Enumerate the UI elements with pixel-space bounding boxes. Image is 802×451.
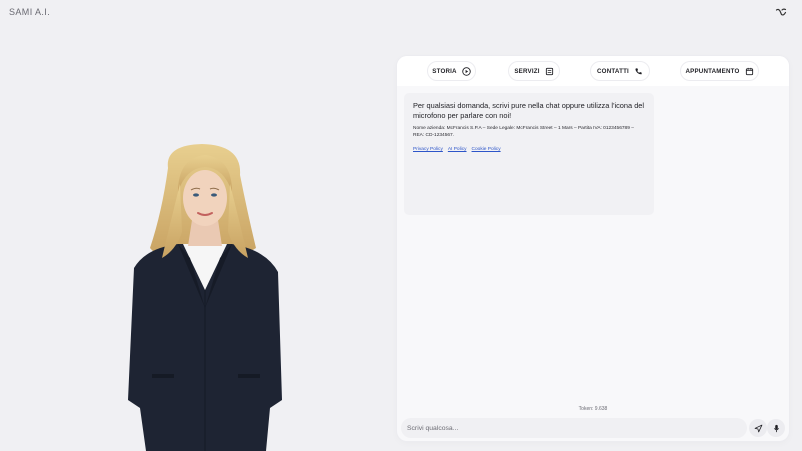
nav-storia-button[interactable]: STORIA: [427, 61, 476, 81]
chat-message-input[interactable]: [401, 418, 747, 438]
play-circle-icon: [462, 66, 471, 76]
chat-input-row: [401, 418, 785, 438]
assistant-message-bubble: Per qualsiasi domanda, scrivi pure nella…: [404, 93, 654, 215]
chat-panel: STORIA SERVIZI CONTATTI APPUNTAMENTO Per…: [397, 56, 789, 441]
services-box-icon: [545, 67, 553, 75]
nav-contatti-button[interactable]: CONTATTI: [590, 61, 650, 81]
brand-title: SAMI A.I.: [9, 7, 51, 17]
phone-icon: [635, 67, 642, 74]
microphone-button[interactable]: [767, 419, 785, 437]
nav-servizi-button[interactable]: SERVIZI: [508, 61, 560, 81]
nav-appuntamento-label: APPUNTAMENTO: [685, 67, 740, 75]
calendar-icon: [745, 67, 753, 75]
company-info-text: Nome azienda: McFrancis S.P.A – Sede Leg…: [413, 126, 634, 138]
ai-policy-link[interactable]: AI Policy: [448, 147, 467, 152]
send-icon: [754, 424, 762, 432]
nav-servizi-label: SERVIZI: [514, 67, 540, 75]
nav-contatti-label: CONTATTI: [597, 67, 629, 75]
cookie-policy-link[interactable]: Cookie Policy: [472, 147, 501, 152]
assistant-avatar-image: [128, 144, 282, 451]
policy-links: Privacy Policy AI Policy Cookie Policy: [413, 147, 645, 152]
waves-icon[interactable]: [775, 6, 787, 18]
privacy-policy-link[interactable]: Privacy Policy: [413, 147, 443, 152]
microphone-icon: [773, 424, 779, 432]
assistant-message-text: Per qualsiasi domanda, scrivi pure nella…: [413, 101, 645, 120]
nav-appuntamento-button[interactable]: APPUNTAMENTO: [680, 61, 759, 81]
send-button[interactable]: [749, 419, 767, 437]
token-counter: Token: 9.638: [578, 406, 608, 412]
nav-storia-label: STORIA: [432, 67, 457, 75]
chat-nav-bar: STORIA SERVIZI CONTATTI APPUNTAMENTO: [397, 56, 789, 86]
